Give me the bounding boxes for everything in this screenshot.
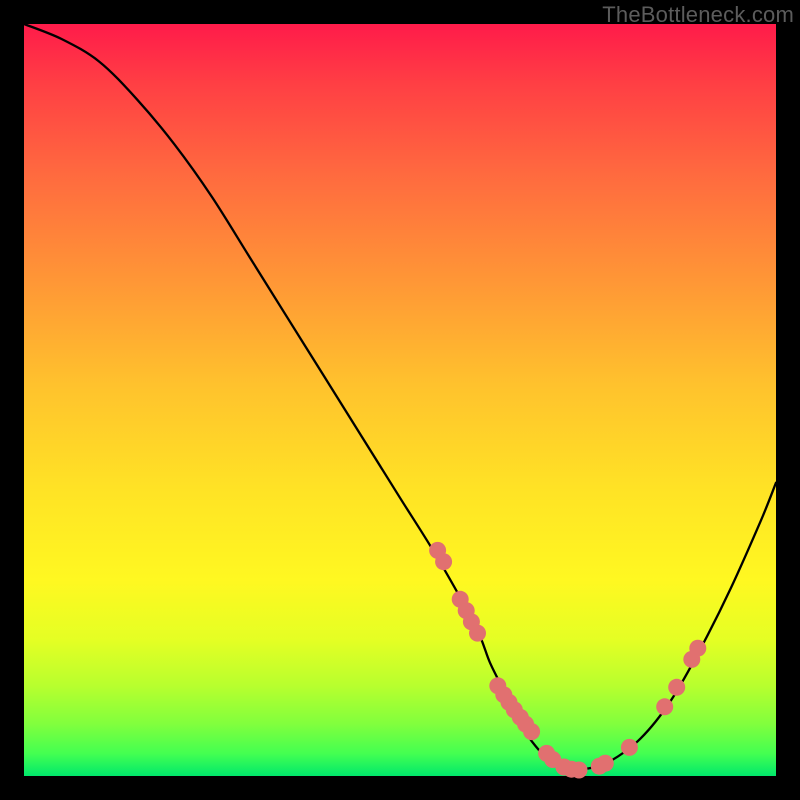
highlight-dot	[668, 679, 685, 696]
highlight-dot	[435, 553, 452, 570]
highlight-dots	[429, 542, 706, 779]
highlight-dot	[597, 755, 614, 772]
chart-overlay	[0, 0, 800, 800]
chart-canvas: TheBottleneck.com	[0, 0, 800, 800]
highlight-dot	[469, 625, 486, 642]
highlight-dot	[523, 723, 540, 740]
highlight-dot	[571, 762, 588, 779]
highlight-dot	[656, 698, 673, 715]
highlight-dot	[689, 640, 706, 657]
bottleneck-curve	[24, 24, 776, 769]
highlight-dot	[621, 739, 638, 756]
